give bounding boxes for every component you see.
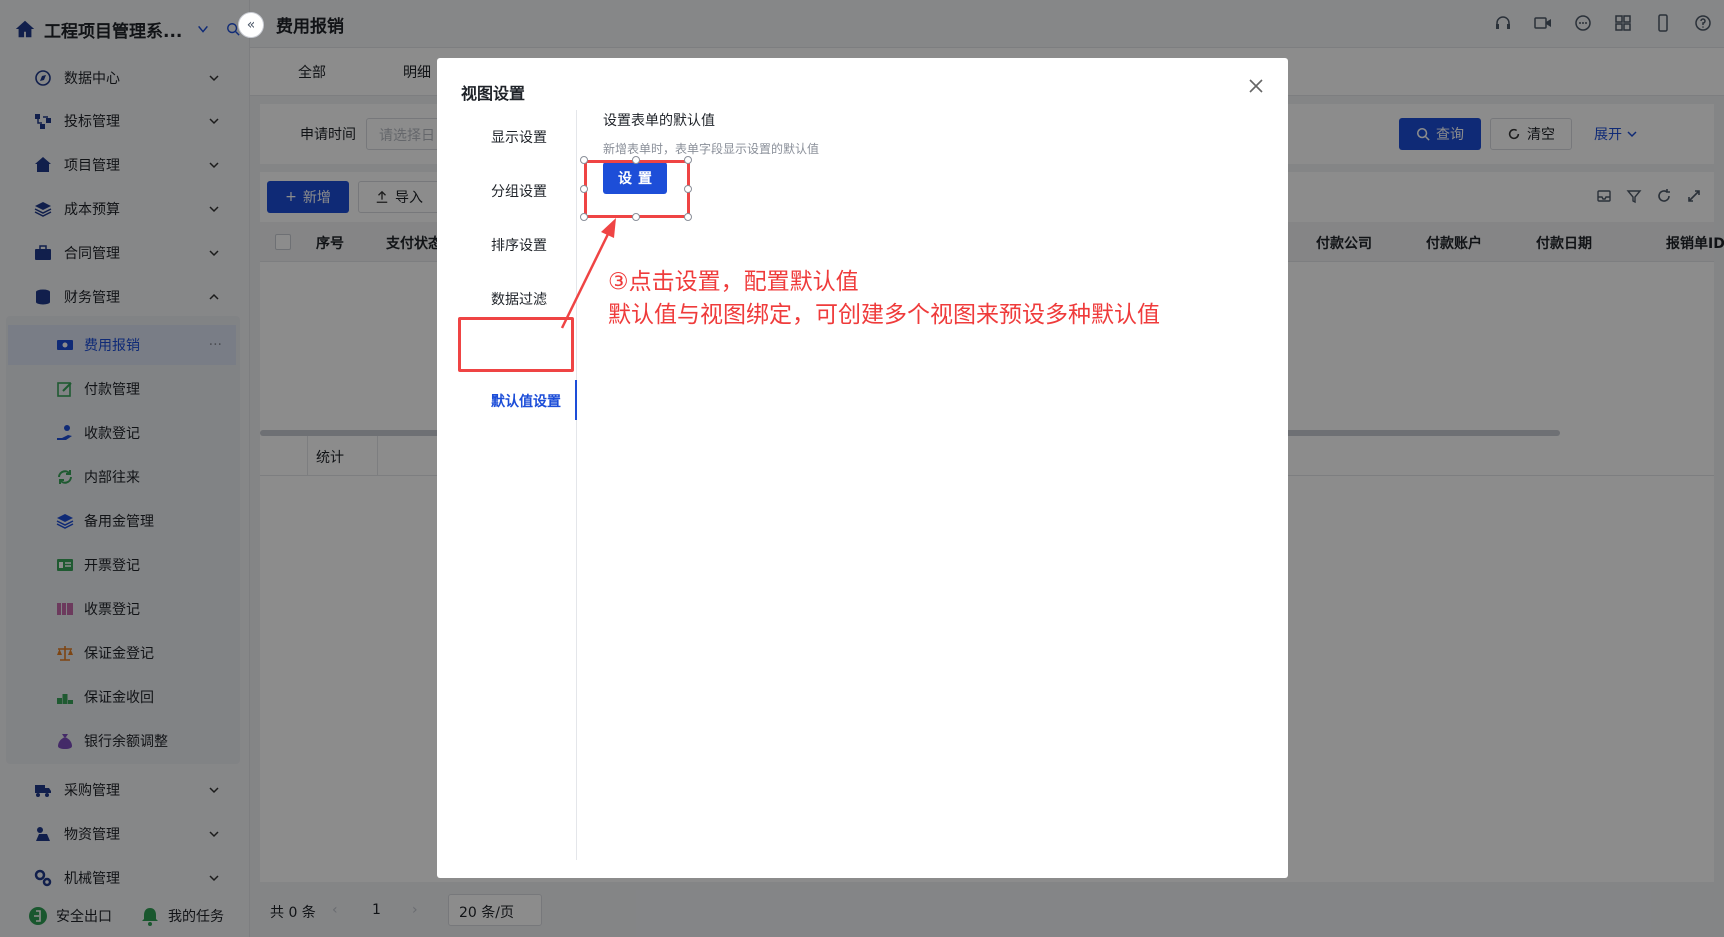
selection-handle — [580, 156, 588, 164]
section-title: 设置表单的默认值 — [603, 113, 715, 129]
nav-sort-settings[interactable]: 排序设置 — [461, 222, 577, 268]
selection-handle — [632, 213, 640, 221]
selection-handle — [580, 185, 588, 193]
highlight-box-button — [584, 160, 690, 218]
annotation-line-2: 默认值与视图绑定，可创建多个视图来预设多种默认值 — [608, 302, 1160, 328]
nav-display-settings[interactable]: 显示设置 — [461, 114, 577, 160]
dialog-title: 视图设置 — [461, 84, 526, 103]
selection-handle — [632, 156, 640, 164]
settings-nav: 显示设置 分组设置 排序设置 数据过滤 默认值设置 — [461, 110, 577, 860]
nav-group-settings[interactable]: 分组设置 — [461, 168, 577, 214]
selection-handle — [580, 213, 588, 221]
active-nav-indicator — [575, 380, 577, 420]
nav-default-value-settings[interactable]: 默认值设置 — [461, 378, 577, 424]
annotation-line-1: ③点击设置，配置默认值 — [608, 269, 859, 295]
nav-data-filter[interactable]: 数据过滤 — [461, 276, 577, 322]
section-hint: 新增表单时，表单字段显示设置的默认值 — [603, 142, 820, 156]
collapse-sidebar-button[interactable]: « — [238, 12, 264, 38]
highlight-box-nav — [458, 317, 574, 372]
view-settings-dialog: 视图设置 显示设置 分组设置 排序设置 数据过滤 默认值设置 设置表单的默认值 … — [437, 58, 1288, 878]
selection-handle — [684, 185, 692, 193]
close-icon[interactable] — [1246, 76, 1266, 96]
selection-handle — [684, 156, 692, 164]
selection-handle — [684, 213, 692, 221]
